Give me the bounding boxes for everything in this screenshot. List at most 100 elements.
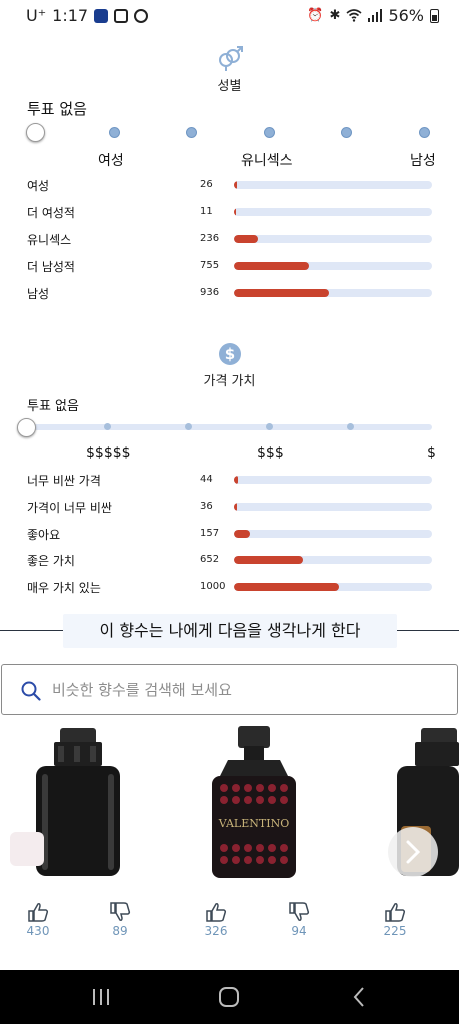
price-row-label: 좋은 가치 — [27, 554, 75, 568]
price-row-label: 가격이 너무 비싼 — [27, 501, 112, 515]
price-bar-fill — [234, 530, 250, 538]
chevron-right-icon — [406, 840, 421, 864]
gender-bar-track — [234, 181, 432, 189]
price-option-overpriced[interactable] — [104, 423, 111, 430]
gallery-icon — [114, 8, 129, 23]
clock: 1:17 — [52, 6, 89, 25]
gender-option-unisex[interactable] — [264, 127, 275, 138]
svg-text:$: $ — [224, 345, 234, 363]
battery-percent: 56% — [388, 6, 424, 25]
like-button[interactable]: 326 — [196, 902, 236, 938]
similar-search-input[interactable] — [52, 678, 442, 702]
dollar-icon: $ — [218, 343, 241, 365]
price-row-count: 1000 — [200, 581, 226, 592]
gender-bar-fill — [234, 235, 258, 243]
gender-row-count: 936 — [200, 287, 220, 298]
gender-row-label: 유니섹스 — [27, 233, 72, 247]
price-bar-fill — [234, 556, 304, 564]
price-row-count: 44 — [200, 474, 213, 485]
gender-row-count: 755 — [200, 260, 220, 271]
gender-option-female-unisex[interactable] — [186, 127, 197, 138]
gender-slider-knob[interactable] — [26, 123, 45, 142]
gender-row-count: 236 — [200, 233, 220, 244]
like-count: 225 — [383, 924, 407, 938]
dislike-button[interactable]: 89 — [100, 902, 140, 938]
gender-option-more-female[interactable] — [109, 127, 120, 138]
app-notification-icon — [94, 8, 109, 23]
perfume-bottle-image[interactable]: VALENTINO — [208, 724, 300, 880]
thumbs-down-icon — [110, 902, 131, 921]
thumbs-up-icon — [28, 903, 49, 922]
dislike-button[interactable]: 94 — [279, 902, 319, 938]
perfume-bottle-image[interactable] — [32, 726, 124, 878]
gender-row-label: 더 여성적 — [27, 206, 75, 220]
gender-row-count: 26 — [200, 179, 213, 190]
price-row-count: 36 — [200, 501, 213, 512]
gender-row-count: 11 — [200, 206, 213, 217]
gender-icon — [218, 46, 243, 71]
price-option-ok[interactable] — [185, 423, 192, 430]
price-option-good[interactable] — [266, 423, 273, 430]
price-bar-fill — [234, 476, 238, 484]
gender-row: 유니섹스 236 — [0, 231, 459, 249]
thumbs-up-icon — [206, 903, 227, 922]
price-bar-fill — [234, 583, 339, 591]
gender-option-male[interactable] — [419, 127, 430, 138]
gender-row: 더 여성적 11 — [0, 204, 459, 222]
home-icon[interactable] — [216, 984, 242, 1010]
like-button[interactable]: 225 — [375, 902, 415, 938]
carrier-label: U⁺ — [26, 6, 47, 25]
price-bar-track — [234, 556, 432, 564]
recent-apps-icon[interactable] — [88, 984, 114, 1010]
like-count: 326 — [204, 924, 228, 938]
price-bar-track — [234, 503, 432, 511]
price-title: 가격 가치 — [203, 374, 256, 389]
gender-option-unisex-male[interactable] — [341, 127, 352, 138]
bluetooth-icon: ✱ — [329, 8, 341, 23]
carousel-prev-button[interactable] — [10, 832, 44, 866]
gender-bar-track — [234, 289, 432, 297]
gender-bar-track — [234, 208, 432, 216]
gender-bar-fill — [234, 181, 237, 189]
gender-bar-track — [234, 262, 432, 270]
gender-row: 더 남성적 755 — [0, 258, 459, 276]
bottle-brand-label: VALENTINO — [218, 817, 289, 830]
gender-no-vote-label: 투표 없음 — [27, 100, 87, 118]
price-bar-track — [234, 530, 432, 538]
battery-icon — [430, 8, 439, 23]
price-row: 가격이 너무 비싼 36 — [0, 499, 459, 517]
search-icon — [21, 681, 41, 701]
signal-icon — [368, 9, 383, 22]
price-row-label: 너무 비싼 가격 — [27, 474, 101, 488]
gender-row-label: 더 남성적 — [27, 260, 75, 274]
price-slider-knob[interactable] — [17, 418, 36, 437]
gender-bar-track — [234, 235, 432, 243]
gender-scale-female: 여성 — [98, 153, 124, 169]
price-scale-mid: $$$ — [257, 445, 284, 461]
gender-row-label: 남성 — [27, 287, 50, 301]
price-row: 너무 비싼 가격 44 — [0, 472, 459, 490]
price-no-vote-label: 투표 없음 — [27, 399, 79, 414]
alarm-icon: ⏰ — [307, 8, 324, 23]
price-option-great[interactable] — [347, 423, 354, 430]
status-bar: U⁺ 1:17 ⏰ ✱ 56% — [0, 0, 459, 30]
gender-row: 여성 26 — [0, 177, 459, 195]
price-scale-cheap: $ — [427, 445, 436, 461]
gender-bar-fill — [234, 289, 330, 297]
price-row: 좋은 가치 652 — [0, 552, 459, 570]
back-icon[interactable] — [346, 984, 372, 1010]
carousel-next-button[interactable] — [388, 827, 438, 877]
gender-scale-unisex: 유니섹스 — [241, 153, 293, 169]
price-row-count: 157 — [200, 528, 220, 539]
similar-search-box[interactable] — [1, 664, 458, 715]
gender-row: 남성 936 — [0, 285, 459, 303]
system-navigation-bar — [0, 970, 459, 1024]
dislike-count: 94 — [291, 924, 307, 938]
b-app-icon — [134, 8, 149, 23]
gender-row-label: 여성 — [27, 179, 50, 193]
price-slider-track[interactable] — [27, 424, 432, 430]
gender-title: 성별 — [217, 79, 242, 94]
thumbs-up-icon — [385, 903, 406, 922]
like-button[interactable]: 430 — [18, 902, 58, 938]
dislike-count: 89 — [112, 924, 128, 938]
